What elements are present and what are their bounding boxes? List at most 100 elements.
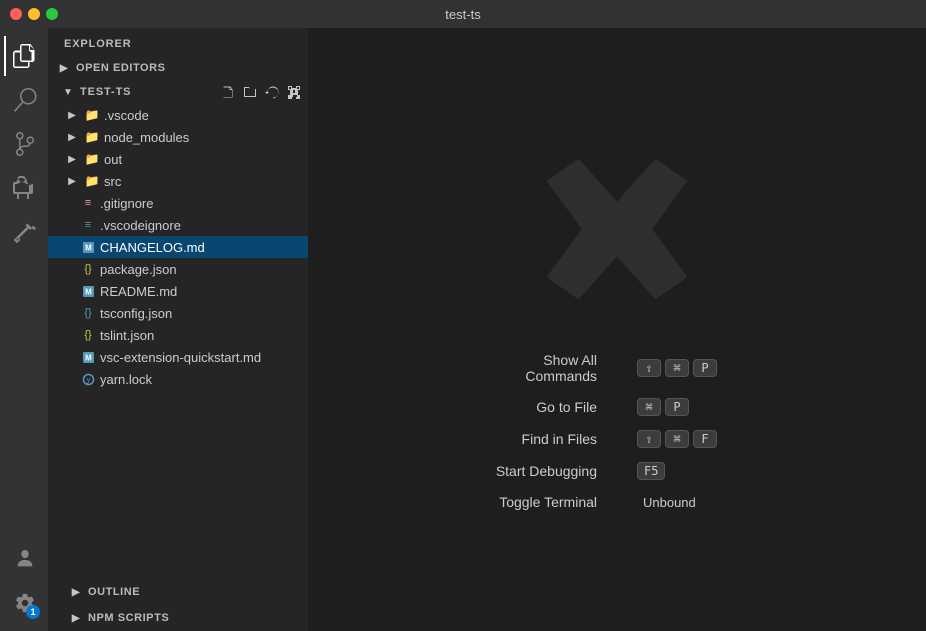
activity-source-control[interactable] <box>4 124 44 164</box>
tslint-icon: {} <box>80 327 96 343</box>
sidebar-header: Explorer <box>48 28 308 56</box>
md-icon: M <box>80 239 96 255</box>
folder-vscode-label: .vscode <box>104 108 149 123</box>
new-file-button[interactable] <box>218 82 238 102</box>
folder-src-label: src <box>104 174 121 189</box>
svg-text:M: M <box>85 353 92 362</box>
file-changelog[interactable]: M CHANGELOG.md <box>48 236 308 258</box>
svg-text:M: M <box>85 287 92 296</box>
outline-section[interactable]: ▶ Outline <box>48 579 308 605</box>
file-package-json[interactable]: {} package.json <box>48 258 308 280</box>
close-button[interactable] <box>10 8 22 20</box>
file-tslint[interactable]: {} tslint.json <box>48 324 308 346</box>
refresh-button[interactable] <box>262 82 282 102</box>
key-f5: F5 <box>637 462 665 480</box>
outline-label: Outline <box>88 586 140 598</box>
maximize-button[interactable] <box>46 8 58 20</box>
folder-node-modules-label: node_modules <box>104 130 189 145</box>
file-yarn-lock-label: yarn.lock <box>100 372 152 387</box>
main-layout: 1 Explorer ▶ Open Editors ▼ test-ts <box>0 28 926 631</box>
traffic-lights <box>10 8 58 20</box>
activity-extensions[interactable] <box>4 212 44 252</box>
start-debugging-keys: F5 <box>637 462 742 480</box>
shortcut-toggle-terminal: Toggle Terminal Unbound <box>492 494 741 511</box>
file-vsc-quickstart-label: vsc-extension-quickstart.md <box>100 350 261 365</box>
activity-bar: 1 <box>0 28 48 631</box>
activity-settings[interactable]: 1 <box>4 583 44 623</box>
folder-out[interactable]: ▶ 📁 out <box>48 148 308 170</box>
vscode-ignore-icon: ≡ <box>80 217 96 233</box>
open-editors-section[interactable]: ▶ Open Editors <box>48 56 308 80</box>
main-content: Show All Commands ⇧ ⌘ P Go to File ⌘ P F… <box>308 28 926 631</box>
file-yarn-lock[interactable]: y yarn.lock <box>48 368 308 390</box>
show-all-commands-keys: ⇧ ⌘ P <box>637 359 742 377</box>
folder-src[interactable]: ▶ 📁 src <box>48 170 308 192</box>
file-tree: ▶ 📁 .vscode ▶ 📁 node_modules ▶ 📁 out ▶ 📁… <box>48 104 308 579</box>
folder-icon: 📁 <box>84 107 100 123</box>
svg-text:M: M <box>85 243 92 252</box>
json-icon: {} <box>80 261 96 277</box>
activity-debug[interactable] <box>4 168 44 208</box>
minimize-button[interactable] <box>28 8 40 20</box>
test-ts-section[interactable]: ▼ test-ts <box>48 80 308 104</box>
tsconfig-icon: {} <box>80 305 96 321</box>
key-cmd: ⌘ <box>665 359 689 377</box>
activity-files[interactable] <box>4 36 44 76</box>
chevron-right-icon: ▶ <box>64 173 80 189</box>
file-package-json-label: package.json <box>100 262 177 277</box>
readme-md-icon: M <box>80 283 96 299</box>
test-ts-chevron: ▼ <box>60 84 76 100</box>
new-folder-button[interactable] <box>240 82 260 102</box>
file-vsc-quickstart[interactable]: M vsc-extension-quickstart.md <box>48 346 308 368</box>
key-shift: ⇧ <box>637 359 661 377</box>
key-cmd: ⌘ <box>637 398 661 416</box>
activity-account[interactable] <box>4 539 44 579</box>
file-vscodeignore[interactable]: ≡ .vscodeignore <box>48 214 308 236</box>
npm-chevron: ▶ <box>68 610 84 626</box>
key-p: P <box>665 398 689 416</box>
sidebar: Explorer ▶ Open Editors ▼ test-ts <box>48 28 308 631</box>
vsc-md-icon: M <box>80 349 96 365</box>
header-actions <box>218 82 304 102</box>
activity-search[interactable] <box>4 80 44 120</box>
find-in-files-keys: ⇧ ⌘ F <box>637 430 742 448</box>
svg-text:y: y <box>86 377 90 384</box>
file-readme[interactable]: M README.md <box>48 280 308 302</box>
file-tsconfig[interactable]: {} tsconfig.json <box>48 302 308 324</box>
find-in-files-label: Find in Files <box>492 431 597 447</box>
collapse-all-button[interactable] <box>284 82 304 102</box>
key-unbound: Unbound <box>637 494 702 511</box>
start-debugging-label: Start Debugging <box>492 463 597 479</box>
test-ts-label: test-ts <box>80 86 131 98</box>
activity-bar-bottom: 1 <box>4 539 44 631</box>
key-cmd: ⌘ <box>665 430 689 448</box>
file-vscodeignore-label: .vscodeignore <box>100 218 181 233</box>
folder-node-modules[interactable]: ▶ 📁 node_modules <box>48 126 308 148</box>
open-editors-label: Open Editors <box>76 62 166 74</box>
npm-scripts-section[interactable]: ▶ NPM Scripts <box>48 605 308 631</box>
chevron-right-icon: ▶ <box>64 107 80 123</box>
shortcut-find-in-files: Find in Files ⇧ ⌘ F <box>492 430 741 448</box>
npm-scripts-label: NPM Scripts <box>88 612 169 624</box>
shortcut-start-debugging: Start Debugging F5 <box>492 462 741 480</box>
file-tslint-label: tslint.json <box>100 328 154 343</box>
folder-icon: 📁 <box>84 129 100 145</box>
folder-vscode[interactable]: ▶ 📁 .vscode <box>48 104 308 126</box>
git-icon: ≡ <box>80 195 96 211</box>
folder-out-label: out <box>104 152 122 167</box>
key-shift: ⇧ <box>637 430 661 448</box>
outline-chevron: ▶ <box>68 584 84 600</box>
shortcut-show-all-commands: Show All Commands ⇧ ⌘ P <box>492 352 741 384</box>
chevron-right-icon: ▶ <box>64 129 80 145</box>
file-changelog-label: CHANGELOG.md <box>100 240 205 255</box>
go-to-file-label: Go to File <box>492 399 597 415</box>
file-tsconfig-label: tsconfig.json <box>100 306 172 321</box>
folder-icon: 📁 <box>84 173 100 189</box>
settings-badge: 1 <box>26 605 40 619</box>
sidebar-bottom-sections: ▶ Outline ▶ NPM Scripts <box>48 579 308 631</box>
title-bar: test-ts <box>0 0 926 28</box>
file-gitignore-label: .gitignore <box>100 196 153 211</box>
key-p: P <box>693 359 717 377</box>
folder-icon: 📁 <box>84 151 100 167</box>
file-gitignore[interactable]: ≡ .gitignore <box>48 192 308 214</box>
